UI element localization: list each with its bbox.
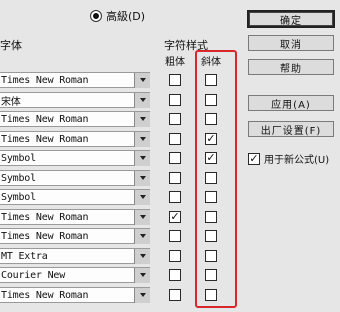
dropdown-arrow-button[interactable] bbox=[134, 72, 150, 88]
chevron-down-icon bbox=[139, 98, 146, 102]
cancel-button[interactable]: 取消 bbox=[248, 35, 334, 51]
font-dropdown[interactable]: Symbol bbox=[0, 150, 150, 166]
help-button[interactable]: 帮助 bbox=[248, 59, 334, 75]
dropdown-arrow-button[interactable] bbox=[134, 92, 150, 108]
chevron-down-icon bbox=[139, 137, 146, 141]
font-dropdown[interactable]: Symbol bbox=[0, 170, 150, 186]
font-dropdown-value: Times New Roman bbox=[1, 289, 89, 301]
font-dropdown-value: Times New Roman bbox=[1, 74, 89, 86]
font-dropdown-value: Times New Roman bbox=[1, 230, 89, 242]
dropdown-arrow-button[interactable] bbox=[134, 189, 150, 205]
bold-checkbox[interactable] bbox=[169, 230, 181, 242]
use-for-new-formula-label: 用于新公式(U) bbox=[264, 155, 330, 166]
bold-checkbox[interactable] bbox=[169, 250, 181, 262]
dropdown-arrow-button[interactable] bbox=[134, 209, 150, 225]
font-dropdown-value: 宋体 bbox=[1, 96, 21, 108]
bold-checkbox[interactable] bbox=[169, 74, 181, 86]
chevron-down-icon bbox=[139, 176, 146, 180]
font-dropdown-value: Symbol bbox=[1, 152, 36, 164]
radio-selected-icon[interactable] bbox=[90, 10, 102, 22]
font-dropdown[interactable]: Times New Roman bbox=[0, 287, 150, 303]
bold-column-header: 粗体 bbox=[165, 57, 185, 68]
font-dropdown[interactable]: Times New Roman bbox=[0, 228, 150, 244]
font-dropdown[interactable]: Times New Roman bbox=[0, 209, 150, 225]
chevron-down-icon bbox=[139, 117, 146, 121]
dropdown-arrow-button[interactable] bbox=[134, 287, 150, 303]
advanced-radio[interactable]: 高級(D) bbox=[90, 8, 145, 24]
chevron-down-icon bbox=[139, 156, 146, 160]
chevron-down-icon bbox=[139, 78, 146, 82]
ok-button[interactable]: 确定 bbox=[247, 10, 335, 28]
use-for-new-formula-option[interactable]: ✓ 用于新公式(U) bbox=[248, 151, 329, 166]
font-dropdown[interactable]: Symbol bbox=[0, 189, 150, 205]
dropdown-arrow-button[interactable] bbox=[134, 170, 150, 186]
dropdown-arrow-button[interactable] bbox=[134, 131, 150, 147]
italic-column-highlight bbox=[195, 50, 237, 308]
apply-button[interactable]: 应用(A) bbox=[248, 95, 334, 111]
chevron-down-icon bbox=[139, 254, 146, 258]
font-dropdown-value: Symbol bbox=[1, 191, 36, 203]
font-dropdown-value: Times New Roman bbox=[1, 133, 89, 145]
font-dropdown[interactable]: Courier New bbox=[0, 267, 150, 283]
dropdown-arrow-button[interactable] bbox=[134, 228, 150, 244]
bold-checkbox[interactable] bbox=[169, 94, 181, 106]
use-for-new-formula-checkbox[interactable]: ✓ bbox=[248, 152, 260, 165]
chevron-down-icon bbox=[139, 273, 146, 277]
chevron-down-icon bbox=[139, 234, 146, 238]
font-dropdown[interactable]: Times New Roman bbox=[0, 72, 150, 88]
bold-checkbox[interactable]: ✓ bbox=[169, 211, 181, 223]
bold-checkbox[interactable] bbox=[169, 113, 181, 125]
bold-checkbox[interactable] bbox=[169, 133, 181, 145]
font-dropdown-value: Symbol bbox=[1, 172, 36, 184]
chevron-down-icon bbox=[139, 215, 146, 219]
font-column-header: 字体 bbox=[0, 39, 22, 52]
font-dropdown-value: Courier New bbox=[1, 269, 66, 281]
font-dropdown-value: Times New Roman bbox=[1, 113, 89, 125]
font-dropdown-value: Times New Roman bbox=[1, 211, 89, 223]
chevron-down-icon bbox=[139, 195, 146, 199]
bold-checkbox[interactable] bbox=[169, 289, 181, 301]
dropdown-arrow-button[interactable] bbox=[134, 267, 150, 283]
font-dropdown[interactable]: Times New Roman bbox=[0, 111, 150, 127]
bold-checkbox[interactable] bbox=[169, 269, 181, 281]
dropdown-arrow-button[interactable] bbox=[134, 248, 150, 264]
font-dropdown[interactable]: 宋体 bbox=[0, 92, 150, 108]
font-dropdown-value: MT Extra bbox=[1, 250, 48, 262]
factory-settings-button[interactable]: 出厂设置(F) bbox=[248, 121, 334, 137]
bold-checkbox[interactable] bbox=[169, 172, 181, 184]
bold-checkbox[interactable] bbox=[169, 191, 181, 203]
bold-checkbox[interactable] bbox=[169, 152, 181, 164]
advanced-radio-label: 高級(D) bbox=[106, 10, 146, 23]
font-dropdown[interactable]: MT Extra bbox=[0, 248, 150, 264]
font-dropdown[interactable]: Times New Roman bbox=[0, 131, 150, 147]
dropdown-arrow-button[interactable] bbox=[134, 150, 150, 166]
chevron-down-icon bbox=[139, 293, 146, 297]
dropdown-arrow-button[interactable] bbox=[134, 111, 150, 127]
